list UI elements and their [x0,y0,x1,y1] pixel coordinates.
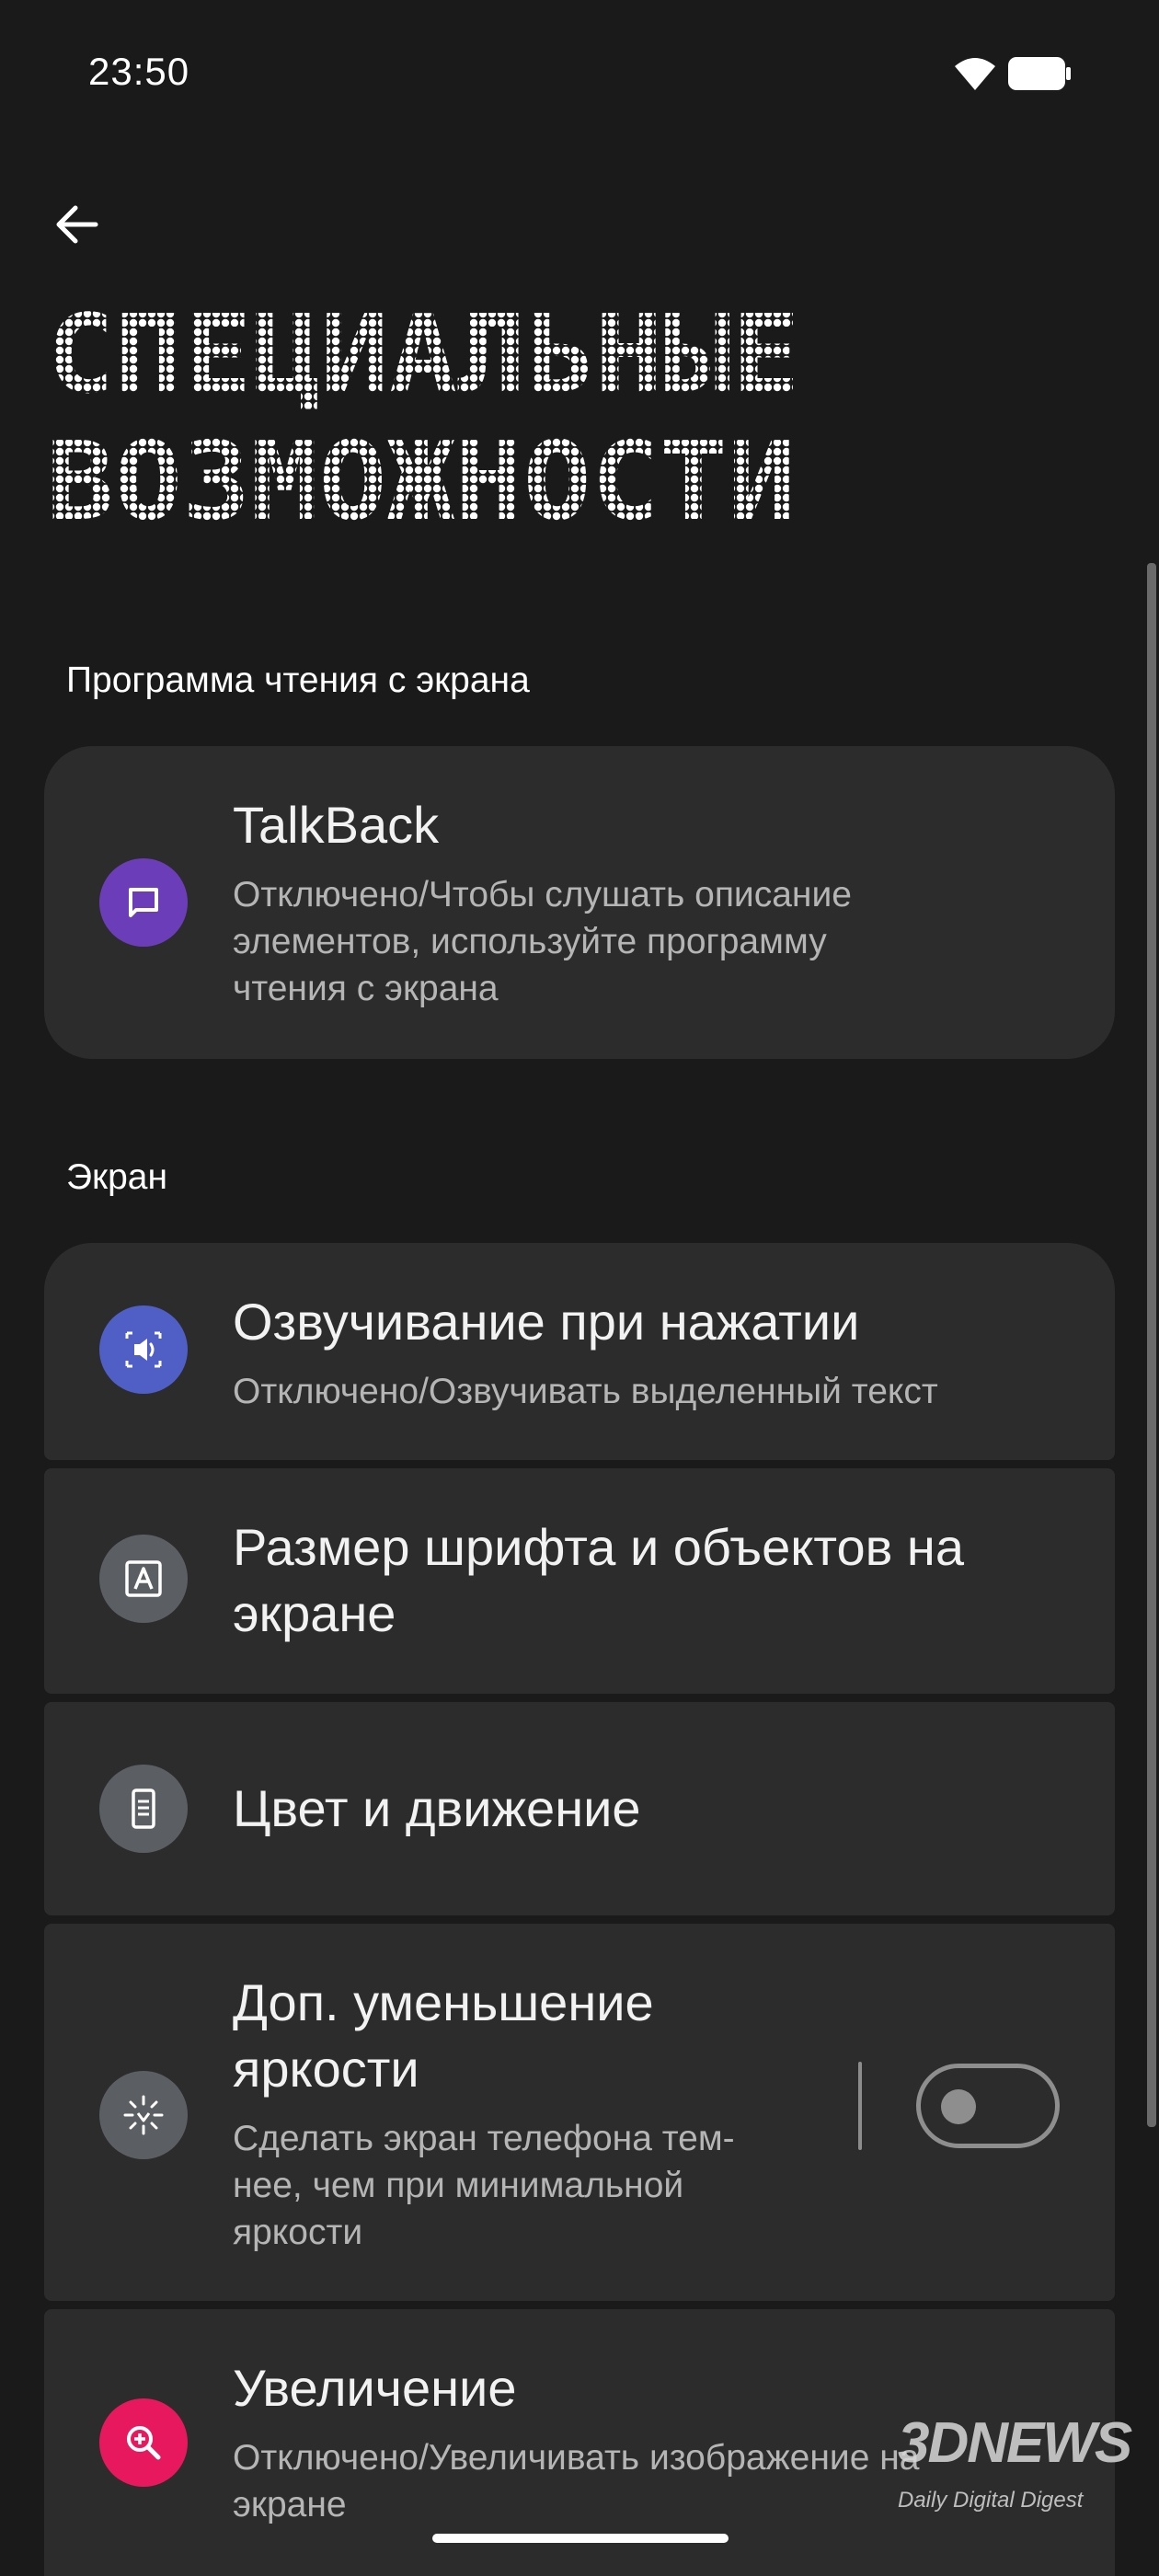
toggle-knob [941,2089,976,2124]
status-bar: 23:50 [0,0,1159,147]
chat-bubble-icon [99,858,188,947]
extra-dim-subtitle-line2: нее, чем при минимальной [233,2166,684,2205]
extra-dim-title-line1: Доп. уменьшение [233,1973,654,2031]
font-size-title-line2: экране [233,1584,396,1642]
select-to-speak-title: Озвучивание при нажатии [233,1293,860,1351]
talkback-subtitle-line1: Отключено/Чтобы слушать описание [233,875,852,914]
scrollbar[interactable] [1147,563,1156,2127]
font-size-title-line1: Размер шрифта и объектов на [233,1518,964,1576]
font-size-item[interactable]: Размер шрифта и объектов на экране [44,1468,1115,1694]
section-header-screen: Экран [66,1157,168,1197]
speaker-select-icon [99,1305,188,1394]
brightness-icon [99,2071,188,2159]
zoom-in-icon [99,2398,188,2487]
back-button[interactable] [46,193,109,256]
battery-icon [1008,57,1071,90]
extra-dim-title-line2: яркости [233,2040,419,2098]
toggle-divider [858,2062,862,2150]
extra-dim-subtitle-line3: яркости [233,2213,363,2252]
section-header-screen-reader: Программа чтения с экрана [66,661,530,700]
watermark-tagline: Daily Digital Digest [898,2488,1084,2513]
color-motion-title: Цвет и движение [233,1779,641,1837]
talkback-subtitle-line2: элементов, используйте программу [233,922,827,961]
status-time: 23:50 [88,50,190,93]
page-title: СПЕЦИАЛЬНЫЕ ВОЗМОЖНОСТИ [46,300,966,530]
page-title-line1: СПЕЦИАЛЬНЫЕ [46,300,800,418]
select-to-speak-subtitle: Отключено/Озвучивать выделенный текст [233,1372,938,1411]
page-title-line2: ВОЗМОЖНОСТИ [46,418,796,530]
font-size-icon [99,1535,188,1623]
talkback-title: TalkBack [233,796,440,854]
phone-color-icon [99,1765,188,1853]
arrow-back-icon [56,205,98,244]
watermark-brand: 3DNEWS [898,2411,1132,2475]
talkback-item[interactable]: TalkBack Отключено/Чтобы слушать описани… [44,746,1115,1059]
extra-dim-item[interactable]: Доп. уменьшение яркости Сделать экран те… [44,1924,1115,2301]
magnification-title: Увеличение [233,2359,517,2417]
color-motion-item[interactable]: Цвет и движение [44,1702,1115,1915]
home-indicator[interactable] [432,2534,729,2543]
talkback-subtitle-line3: чтения с экрана [233,969,499,1008]
watermark-logo: 3DNEWS Daily Digital Digest [883,2410,1132,2521]
magnification-subtitle-line2: экране [233,2485,347,2524]
select-to-speak-item[interactable]: Озвучивание при нажатии Отключено/Озвучи… [44,1243,1115,1460]
magnification-subtitle-line1: Отключено/Увеличивать изображение на [233,2438,920,2478]
extra-dim-toggle[interactable] [916,2064,1060,2148]
extra-dim-subtitle-line1: Сделать экран телефона тем- [233,2119,735,2158]
wifi-icon [955,58,995,90]
